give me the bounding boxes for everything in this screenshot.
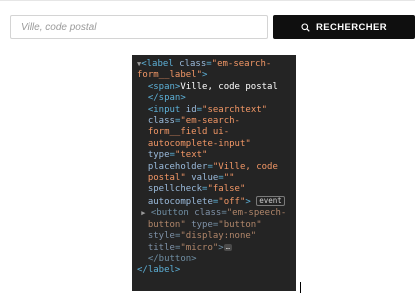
code-token: placeholder: [137, 161, 208, 172]
code-line[interactable]: <span>Ville, code postal: [137, 82, 291, 93]
code-line[interactable]: ▶ <button class="em-speech-: [137, 208, 291, 219]
code-token: >: [218, 242, 224, 253]
code-token: "": [223, 173, 235, 184]
code-token: value: [185, 173, 219, 184]
devtools-elements-panel: ▼<label class="em-search-form__label"> <…: [132, 55, 296, 291]
code-token: button": [137, 219, 186, 230]
code-line[interactable]: </span>: [137, 93, 291, 104]
code-token: "display:none": [180, 231, 257, 242]
code-line[interactable]: autocomplete-input": [137, 139, 291, 150]
code-token: id: [185, 104, 197, 115]
code-token: <label: [141, 59, 180, 69]
code-token: <span>: [137, 81, 181, 92]
code-token: postal": [137, 173, 186, 184]
code-line[interactable]: </label>: [137, 265, 291, 276]
code-token: "em-search-: [180, 116, 240, 127]
code-token: form__field ui-: [137, 127, 230, 138]
search-icon: [301, 22, 310, 32]
code-line[interactable]: ▼<label class="em-search-: [137, 59, 291, 70]
code-token: <input: [137, 104, 186, 115]
code-token: class: [137, 116, 175, 127]
code-line[interactable]: <input id="searchtext": [137, 105, 291, 116]
search-button-label: RECHERCHER: [315, 21, 388, 33]
code-line[interactable]: button" type="button": [137, 220, 291, 231]
code-token: </label>: [137, 265, 181, 276]
code-line[interactable]: placeholder="Ville, code: [137, 162, 291, 173]
code-token: "button": [218, 219, 262, 230]
code-token: >: [202, 70, 208, 81]
code-token: "false": [207, 184, 246, 195]
collapsed-ellipsis[interactable]: …: [223, 243, 232, 251]
code-token: form__label": [137, 70, 203, 81]
code-token: "text": [174, 150, 208, 161]
code-token: <button: [145, 208, 195, 219]
code-token: </button>: [137, 253, 197, 264]
code-token: class: [194, 208, 222, 219]
code-line[interactable]: form__field ui-: [137, 127, 291, 138]
code-token: type: [185, 219, 213, 230]
code-token: class: [179, 59, 207, 69]
code-line[interactable]: postal" value="": [137, 173, 291, 184]
top-divider: [0, 0, 415, 1]
code-token: autocomplete: [137, 196, 213, 207]
event-badge[interactable]: event: [256, 195, 285, 206]
code-line[interactable]: spellcheck="false": [137, 184, 291, 195]
code-token: "Ville, code: [212, 161, 278, 172]
code-line[interactable]: </button>: [137, 254, 291, 265]
code-token: Ville, code postal: [180, 81, 278, 92]
code-token: spellcheck: [137, 184, 203, 195]
code-token: "off": [218, 196, 246, 207]
code-token: </span>: [137, 93, 186, 104]
code-line[interactable]: autocomplete="off"> event: [137, 195, 291, 208]
code-line[interactable]: class="em-search-: [137, 116, 291, 127]
code-line[interactable]: form__label">: [137, 70, 291, 81]
code-token: "em-speech-: [226, 208, 287, 219]
code-line[interactable]: type="text": [137, 150, 291, 161]
code-line[interactable]: title="micro">…: [137, 243, 291, 254]
code-token: >: [245, 196, 257, 207]
code-token: "searchtext": [202, 104, 268, 115]
search-button[interactable]: RECHERCHER: [273, 15, 415, 39]
code-token: title: [137, 242, 175, 253]
code-token: "em-search-: [211, 59, 272, 69]
code-token: type: [137, 150, 170, 161]
search-input[interactable]: [10, 15, 268, 39]
code-token: "micro": [180, 242, 219, 253]
text-cursor: [300, 282, 301, 293]
code-token: style: [137, 231, 175, 242]
code-line[interactable]: style="display:none": [137, 231, 291, 242]
code-token: autocomplete-input": [137, 138, 251, 149]
